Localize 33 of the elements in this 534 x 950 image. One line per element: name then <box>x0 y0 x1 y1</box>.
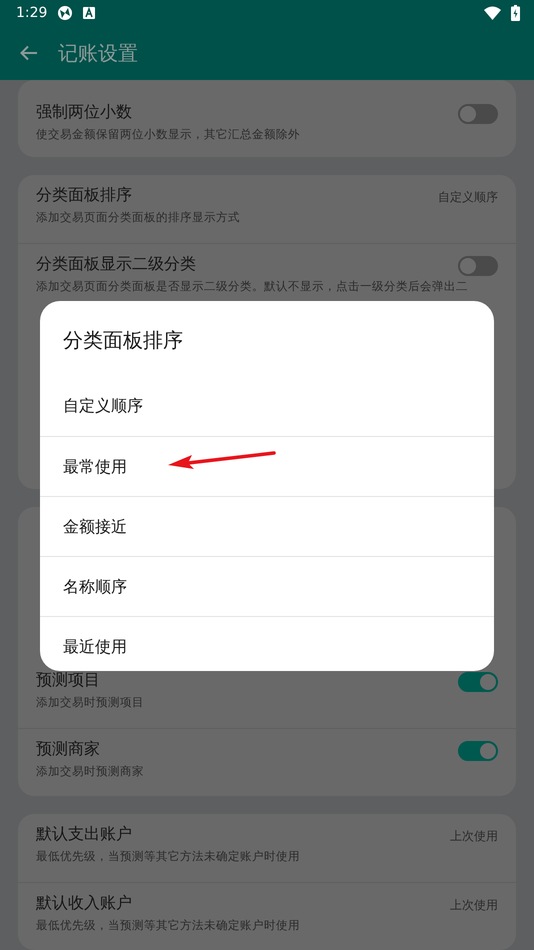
page-title: 记账设置 <box>58 40 138 66</box>
sort-option[interactable]: 自定义顺序 <box>40 376 494 436</box>
setting-description: 使交易金额保留两位小数显示，其它汇总金额除外 <box>36 127 300 142</box>
setting-title: 强制两位小数 <box>36 102 133 123</box>
setting-title: 预测商家 <box>36 739 101 760</box>
keyboard-icon <box>83 7 96 19</box>
setting-description: 添加交易时预测商家 <box>36 764 144 779</box>
sync-icon <box>57 5 74 21</box>
setting-title: 默认收入账户 <box>36 893 133 914</box>
setting-title: 预测项目 <box>36 670 101 691</box>
setting-value: 上次使用 <box>450 828 498 845</box>
setting-title: 默认支出账户 <box>36 824 133 845</box>
setting-description: 添加交易页面分类面板的排序显示方式 <box>36 210 240 225</box>
sort-option[interactable]: 最近使用 <box>40 616 494 671</box>
setting-title: 分类面板排序 <box>36 185 133 206</box>
toggle-switch[interactable] <box>458 104 498 124</box>
battery-icon <box>511 5 520 21</box>
wifi-icon <box>484 6 501 20</box>
toggle-switch[interactable] <box>458 256 498 276</box>
toggle-switch[interactable] <box>458 672 498 692</box>
setting-value: 上次使用 <box>450 897 498 914</box>
setting-description: 最低优先级，当预测等其它方法未确定账户时使用 <box>36 849 300 864</box>
sort-option[interactable]: 名称顺序 <box>40 556 494 616</box>
setting-value: 自定义顺序 <box>438 189 498 206</box>
dialog-title: 分类面板排序 <box>62 327 184 354</box>
sort-option[interactable]: 金额接近 <box>40 496 494 556</box>
setting-description: 添加交易时预测项目 <box>36 695 144 710</box>
setting-title: 分类面板显示二级分类 <box>36 254 197 275</box>
setting-description: 添加交易页面分类面板是否显示二级分类。默认不显示，点击一级分类后会弹出二 <box>36 279 468 294</box>
back-icon[interactable] <box>20 45 38 61</box>
setting-description: 最低优先级，当预测等其它方法未确定账户时使用 <box>36 918 300 933</box>
status-time: 1:29 <box>16 5 48 21</box>
toggle-switch[interactable] <box>458 741 498 761</box>
